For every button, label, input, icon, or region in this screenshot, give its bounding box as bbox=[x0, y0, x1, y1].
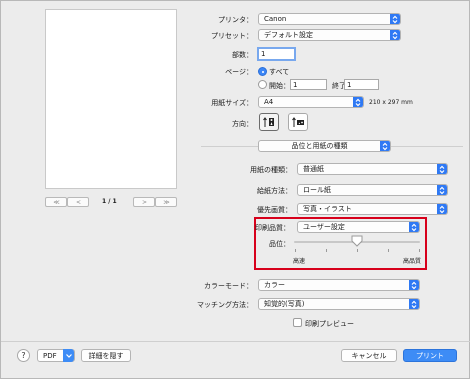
paper-size-label: 用紙サイズ： bbox=[211, 99, 253, 107]
media-type-value: 普通紙 bbox=[303, 165, 324, 173]
landscape-icon bbox=[292, 117, 304, 127]
quality-slider-label: 品位： bbox=[269, 240, 290, 248]
next-page-button[interactable]: > bbox=[133, 197, 155, 207]
print-preview-label: 印刷プレビュー bbox=[305, 320, 354, 328]
print-priority-label: 優先画質： bbox=[257, 206, 292, 214]
paper-source-label: 給紙方法： bbox=[257, 187, 292, 195]
print-preview-page bbox=[45, 9, 177, 189]
cancel-button[interactable]: キャンセル bbox=[341, 349, 397, 362]
previous-page-button[interactable]: < bbox=[67, 197, 89, 207]
last-page-button[interactable]: ≫ bbox=[155, 197, 177, 207]
slider-min-label: 高速 bbox=[293, 258, 306, 265]
popup-stepper-icon bbox=[437, 164, 447, 174]
paper-dimensions: 210 x 297 mm bbox=[369, 99, 413, 106]
print-priority-popup[interactable]: 写真・イラスト bbox=[297, 203, 448, 215]
slider-max-label: 高品質 bbox=[403, 258, 422, 265]
page-indicator: 1 / 1 bbox=[102, 198, 117, 205]
print-quality-label: 印刷品質： bbox=[255, 224, 290, 232]
matching-popup[interactable]: 知覚的(写真) bbox=[258, 298, 420, 310]
chevron-down-icon bbox=[63, 349, 74, 362]
popup-stepper-icon bbox=[409, 222, 419, 232]
slider-tick bbox=[419, 249, 420, 252]
print-button[interactable]: プリント bbox=[403, 349, 457, 362]
quality-slider-thumb[interactable] bbox=[351, 235, 363, 247]
print-priority-value: 写真・イラスト bbox=[303, 205, 352, 213]
paper-size-value: A4 bbox=[264, 98, 274, 106]
slider-tick bbox=[357, 249, 358, 252]
popup-stepper-icon bbox=[353, 97, 363, 107]
portrait-icon bbox=[263, 117, 274, 127]
popup-stepper-icon bbox=[380, 141, 390, 151]
preview-pager: ≪ < bbox=[45, 197, 89, 207]
preset-popup[interactable]: デフォルト設定 bbox=[258, 29, 401, 41]
preset-label: プリセット： bbox=[211, 32, 253, 40]
print-quality-popup[interactable]: ユーザー設定 bbox=[297, 221, 420, 233]
printer-label: プリンタ： bbox=[218, 16, 253, 24]
pdf-label: PDF bbox=[43, 351, 57, 360]
pages-all-radio[interactable] bbox=[258, 67, 267, 76]
color-mode-label: カラーモード： bbox=[204, 282, 253, 290]
pdf-menu-button[interactable]: PDF bbox=[37, 349, 75, 362]
first-page-button[interactable]: ≪ bbox=[45, 197, 67, 207]
printer-popup[interactable]: Canon bbox=[258, 13, 401, 25]
paper-size-popup[interactable]: A4 bbox=[258, 96, 364, 108]
color-mode-popup[interactable]: カラー bbox=[258, 279, 420, 291]
slider-tick bbox=[388, 249, 389, 252]
popup-stepper-icon bbox=[437, 204, 447, 214]
media-type-label: 用紙の種類： bbox=[250, 166, 292, 174]
section-popup-value: 品位と用紙の種類 bbox=[291, 142, 348, 150]
orientation-label: 方向： bbox=[232, 120, 253, 128]
color-mode-value: カラー bbox=[264, 281, 285, 289]
slider-tick bbox=[295, 249, 296, 252]
copies-field[interactable]: 1 bbox=[257, 47, 296, 61]
paper-source-value: ロール紙 bbox=[303, 186, 331, 194]
footer-separator bbox=[1, 341, 470, 342]
media-type-popup[interactable]: 普通紙 bbox=[297, 163, 448, 175]
copies-label: 部数： bbox=[232, 51, 253, 59]
preview-pager-next: > ≫ bbox=[133, 197, 177, 207]
orientation-portrait-button[interactable] bbox=[259, 113, 279, 131]
pages-range-radio[interactable] bbox=[258, 80, 267, 89]
matching-label: マッチング方法： bbox=[197, 301, 253, 309]
paper-source-popup[interactable]: ロール紙 bbox=[297, 184, 448, 196]
pages-all-label: すべて bbox=[269, 68, 290, 76]
printer-value: Canon bbox=[264, 15, 287, 23]
popup-stepper-icon bbox=[390, 14, 400, 24]
print-dialog: ≪ < 1 / 1 > ≫ プリンタ： Canon プリセット： デフォルト設定… bbox=[0, 0, 470, 379]
popup-stepper-icon bbox=[409, 280, 419, 290]
popup-stepper-icon bbox=[390, 30, 400, 40]
popup-stepper-icon bbox=[409, 299, 419, 309]
print-preview-checkbox[interactable] bbox=[293, 318, 302, 327]
help-button[interactable]: ? bbox=[17, 349, 30, 362]
slider-tick bbox=[326, 249, 327, 252]
preset-value: デフォルト設定 bbox=[264, 31, 313, 39]
print-quality-value: ユーザー設定 bbox=[303, 223, 345, 231]
pages-to-field[interactable]: 1 bbox=[344, 79, 379, 90]
popup-stepper-icon bbox=[437, 185, 447, 195]
pages-label: ページ： bbox=[225, 68, 253, 76]
pages-from-label: 開始： bbox=[269, 82, 290, 90]
hide-details-button[interactable]: 詳細を隠す bbox=[81, 349, 131, 362]
matching-value: 知覚的(写真) bbox=[264, 300, 305, 308]
pages-from-field[interactable]: 1 bbox=[290, 79, 327, 90]
section-popup[interactable]: 品位と用紙の種類 bbox=[258, 140, 391, 152]
orientation-landscape-button[interactable] bbox=[288, 113, 308, 131]
